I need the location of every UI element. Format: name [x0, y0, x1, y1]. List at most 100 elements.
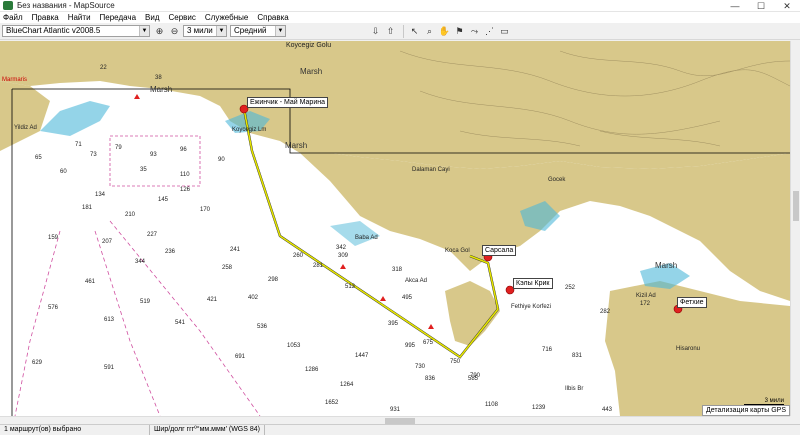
status-coordinate-format: Шир/долг гггº°мм.ммм' (WGS 84)	[150, 424, 265, 435]
depth-value: 750	[450, 359, 461, 365]
place-fethiye-korfezi: Fethiye Korfezi	[511, 304, 552, 310]
waypoint-label[interactable]: Фетхие	[677, 297, 707, 308]
close-button[interactable]: ✕	[774, 0, 800, 12]
waypoint-label[interactable]: Сарсала	[482, 245, 517, 256]
zoom-scale-select[interactable]: 3 мили ▼	[183, 25, 227, 37]
depth-value: 395	[388, 321, 399, 327]
depth-value: 1652	[325, 400, 339, 406]
marmaris-peninsula	[0, 81, 50, 151]
depth-value: 613	[104, 317, 115, 323]
depth-value: 210	[125, 212, 136, 218]
restricted-area	[109, 135, 201, 187]
depth-value: 730	[415, 364, 426, 370]
place-kizil-ad: Kizil Ad	[636, 293, 656, 299]
place-marmaris: Marmaris	[2, 77, 27, 83]
toolbar: BlueChart Atlantic v2008.5 ▼ ⊕ ⊖ 3 мили …	[0, 23, 800, 40]
menu-bar: Файл Правка Найти Передача Вид Сервис Сл…	[0, 12, 800, 23]
menu-edit[interactable]: Правка	[32, 13, 59, 22]
waypoint-label[interactable]: Ежинчик - Май Марина	[247, 97, 328, 108]
depth-value: 73	[90, 152, 97, 158]
chevron-down-icon: ▼	[139, 26, 149, 36]
track-tool-icon[interactable]: ⋰	[483, 25, 496, 38]
select-tool-icon[interactable]: ↖	[408, 25, 421, 38]
route-tool-icon[interactable]: ⤳	[468, 25, 481, 38]
menu-tools[interactable]: Сервис	[169, 13, 196, 22]
depth-value: 93	[150, 152, 157, 158]
depth-value: 421	[207, 297, 218, 303]
depth-value: 461	[85, 279, 96, 285]
depth-value: 344	[135, 259, 146, 265]
zoom-tool-icon[interactable]: ⌕	[423, 25, 436, 38]
zoom-in-icon[interactable]: ⊕	[153, 25, 166, 38]
depth-value: 134	[95, 192, 106, 198]
place-marsh: Marsh	[300, 67, 323, 76]
zoom-scale-value: 3 мили	[187, 26, 213, 35]
waypoint-label[interactable]: Кэлы Крик	[513, 278, 553, 289]
depth-value: 629	[32, 360, 43, 366]
maximize-button[interactable]: ☐	[748, 0, 774, 12]
menu-transfer[interactable]: Передача	[100, 13, 136, 22]
traffic-lanes	[14, 220, 261, 416]
place-akca-ad: Akca Ad	[405, 278, 428, 284]
menu-help[interactable]: Справка	[257, 13, 288, 22]
window-controls: — ☐ ✕	[722, 0, 800, 12]
depth-value: 159	[48, 235, 59, 241]
waypoint-tool-icon[interactable]: ⚑	[453, 25, 466, 38]
app-icon	[3, 1, 13, 10]
detail-level-value: Средний	[234, 26, 267, 35]
depth-value: 298	[268, 277, 279, 283]
depth-value: 1239	[532, 405, 546, 411]
depth-value: 38	[155, 75, 162, 81]
menu-utilities[interactable]: Служебные	[205, 13, 248, 22]
receive-from-device-icon[interactable]: ⇩	[369, 25, 382, 38]
zoom-out-icon[interactable]: ⊖	[168, 25, 181, 38]
title-bar: Без названия - MapSource — ☐ ✕	[0, 0, 800, 12]
depth-value: 252	[565, 285, 576, 291]
vertical-scrollbar[interactable]	[790, 41, 800, 416]
depth-value: 181	[82, 205, 93, 211]
menu-file[interactable]: Файл	[3, 13, 23, 22]
place-dalaman-cayi: Dalaman Cayi	[412, 167, 450, 173]
place-koycegiz-lm: Koycegiz Lm	[232, 127, 267, 133]
depth-value: 931	[390, 407, 401, 413]
map-product-select[interactable]: BlueChart Atlantic v2008.5 ▼	[2, 25, 150, 37]
horizontal-scrollbar[interactable]	[0, 416, 790, 424]
detail-level-select[interactable]: Средний ▼	[230, 25, 286, 37]
depth-value: 831	[572, 353, 583, 359]
depth-value: 1286	[305, 367, 319, 373]
depth-value: 1264	[340, 382, 354, 388]
depth-value: 691	[235, 354, 246, 360]
depth-value: 126	[180, 187, 191, 193]
place-marsh: Marsh	[285, 141, 308, 150]
depth-value: 836	[425, 376, 436, 382]
depth-value: 318	[392, 267, 403, 273]
fethiye-peninsula	[445, 281, 500, 346]
depth-value: 1108	[485, 402, 499, 408]
measure-tool-icon[interactable]: ▭	[498, 25, 511, 38]
menu-find[interactable]: Найти	[68, 13, 91, 22]
send-to-device-icon[interactable]: ⇧	[384, 25, 397, 38]
chevron-down-icon: ▼	[216, 26, 226, 36]
depth-value: 281	[313, 263, 324, 269]
hand-tool-icon[interactable]: ✋	[438, 25, 451, 38]
depth-value: 236	[165, 249, 176, 255]
map-view[interactable]: 38 22 35 60 90 73 65 71 79 110 93 96 126…	[0, 41, 790, 416]
depth-value: 716	[542, 347, 553, 353]
place-baba-ad: Baba Ad	[355, 235, 378, 241]
depth-value: 576	[48, 305, 59, 311]
window-title: Без названия - MapSource	[17, 1, 115, 10]
map-product-value: BlueChart Atlantic v2008.5	[6, 26, 101, 35]
depth-value: 35	[140, 167, 147, 173]
status-selection: 1 маршрут(ов) выбрано	[0, 424, 150, 435]
map-detail-indicator: Детализация карты GPS	[702, 405, 790, 416]
shallow-area	[330, 221, 380, 246]
chevron-down-icon: ▼	[275, 26, 285, 36]
depth-value: 96	[180, 147, 187, 153]
depth-value: 513	[345, 284, 356, 290]
vertical-scroll-thumb[interactable]	[793, 191, 799, 221]
depth-value: 495	[402, 295, 413, 301]
nautical-chart[interactable]: 38 22 35 60 90 73 65 71 79 110 93 96 126…	[0, 41, 790, 416]
minimize-button[interactable]: —	[722, 0, 748, 12]
depth-value: 519	[140, 299, 151, 305]
menu-view[interactable]: Вид	[145, 13, 159, 22]
